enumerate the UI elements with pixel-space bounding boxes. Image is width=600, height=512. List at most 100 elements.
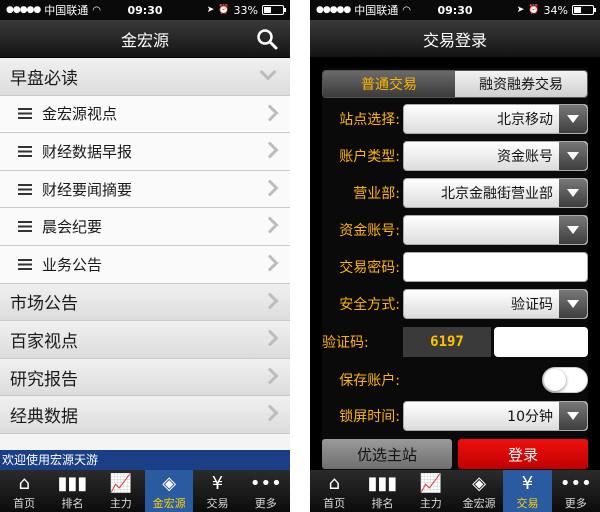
tab-normal-trade[interactable]: 普通交易 <box>323 71 455 97</box>
search-icon[interactable] <box>256 28 278 50</box>
tab-bar: ⌂ 首页 ▮▮▮ 排名 📈 主力 ◈ 金宏源 ¥ 交易 ••• 更多 <box>310 470 600 512</box>
section-classic-data[interactable]: 经典数据 <box>0 396 290 434</box>
tab-label: 交易 <box>206 497 229 510</box>
dropdown-arrow-icon[interactable] <box>559 105 587 133</box>
tab-ranking[interactable]: ▮▮▮ 排名 <box>358 470 406 512</box>
tab-more[interactable]: ••• 更多 <box>552 470 600 512</box>
carrier-label: 中国联通 <box>44 4 89 17</box>
tab-main-force[interactable]: 📈 主力 <box>97 470 145 512</box>
tab-more[interactable]: ••• 更多 <box>242 470 290 512</box>
preferred-server-button[interactable]: 优选主站 <box>322 439 452 469</box>
nav-bar: 金宏源 <box>0 20 290 58</box>
section-label: 经典数据 <box>10 407 78 428</box>
lock-time-row: 锁屏时间: 10分钟 <box>322 401 588 431</box>
account-type-select[interactable]: 资金账号 <box>403 141 588 171</box>
list-icon <box>18 145 32 157</box>
chevron-down-icon <box>259 63 277 81</box>
dropdown-arrow-icon[interactable] <box>559 142 587 170</box>
tab-jinhongyuan[interactable]: ◈ 金宏源 <box>144 470 194 512</box>
chevron-right-icon <box>261 104 279 122</box>
item-label: 财经数据早报 <box>42 142 133 161</box>
alarm-icon: ⏰ <box>528 5 540 15</box>
save-account-toggle[interactable] <box>542 367 588 393</box>
page-title: 金宏源 <box>120 30 169 50</box>
scrolling-banner: 欢迎使用宏源天游 <box>0 450 290 470</box>
list-icon <box>18 183 32 195</box>
status-bar: ●●●●● 中国联通 ◠ 09:30 ➤ ⏰ 34% <box>310 0 600 20</box>
section-label: 百家视点 <box>10 331 78 352</box>
dropdown-arrow-icon[interactable] <box>559 290 587 318</box>
tab-margin-trade[interactable]: 融资融券交易 <box>455 71 587 97</box>
section-market-notices[interactable]: 市场公告 <box>0 283 290 322</box>
login-button[interactable]: 登录 <box>458 439 588 469</box>
tab-trade[interactable]: ¥ 交易 <box>503 470 552 512</box>
tab-label: 更多 <box>254 497 277 510</box>
section-morning-reading[interactable]: 早盘必读 <box>0 58 290 96</box>
section-research-reports[interactable]: 研究报告 <box>0 358 290 397</box>
dropdown-arrow-icon[interactable] <box>559 216 587 244</box>
captcha-label: 验证码: <box>322 335 369 351</box>
tab-trade[interactable]: ¥ 交易 <box>193 470 241 512</box>
bar-chart-icon: ▮▮▮ <box>57 472 88 494</box>
list-item[interactable]: 金宏源视点 <box>0 95 290 134</box>
tab-bar: ⌂ 首页 ▮▮▮ 排名 📈 主力 ◈ 金宏源 ¥ 交易 ••• 更多 <box>0 470 290 512</box>
branch-select[interactable]: 北京金融街营业部 <box>403 178 588 208</box>
security-select[interactable]: 验证码 <box>403 289 588 319</box>
chevron-right-icon <box>261 179 279 197</box>
captcha-input[interactable] <box>494 327 588 357</box>
page-title: 交易登录 <box>422 30 487 50</box>
list-item[interactable]: 晨会纪要 <box>0 208 290 246</box>
tab-label: 排名 <box>371 497 394 510</box>
station-select[interactable]: 北京移动 <box>403 104 588 134</box>
chevron-right-icon <box>261 367 279 385</box>
yen-icon: ¥ <box>211 472 224 494</box>
trend-icon: 📈 <box>419 472 443 494</box>
status-bar: ●●●●● 中国联通 ◠ 09:30 ➤ ⏰ 33% <box>0 0 290 20</box>
account-row: 资金账号: <box>322 215 588 245</box>
dropdown-arrow-icon[interactable] <box>559 179 587 207</box>
wifi-icon: ◠ <box>92 4 101 16</box>
tab-main-force[interactable]: 📈 主力 <box>407 470 455 512</box>
section-expert-views[interactable]: 百家视点 <box>0 321 290 359</box>
tab-home[interactable]: ⌂ 首页 <box>0 470 48 512</box>
carrier-label: 中国联通 <box>354 4 399 17</box>
screen-divider <box>290 0 310 512</box>
tab-label: 首页 <box>13 497 36 510</box>
lock-time-select[interactable]: 10分钟 <box>403 401 588 431</box>
nav-bar: 交易登录 <box>310 20 600 58</box>
password-input[interactable] <box>403 252 588 282</box>
security-label: 安全方式: <box>339 297 400 313</box>
more-icon: ••• <box>249 472 282 494</box>
account-type-label: 账户类型: <box>339 149 400 165</box>
tab-home[interactable]: ⌂ 首页 <box>310 470 358 512</box>
trade-type-segmented-control: 普通交易 融资融券交易 <box>322 70 588 98</box>
home-icon: ⌂ <box>328 472 340 494</box>
security-row: 安全方式: 验证码 <box>322 289 588 319</box>
list-item[interactable]: 业务公告 <box>0 245 290 284</box>
tab-jinhongyuan[interactable]: ◈ 金宏源 <box>455 470 503 512</box>
tab-label: 更多 <box>564 497 587 510</box>
password-label: 交易密码: <box>339 260 400 276</box>
chevron-right-icon <box>261 141 279 159</box>
news-list: 早盘必读 金宏源视点 财经数据早报 财经要闻摘要 晨会纪要 业务公告 市场公告 … <box>0 58 290 512</box>
captcha-row: 验证码: 6197 <box>322 327 588 357</box>
station-label: 站点选择: <box>339 112 400 128</box>
list-icon <box>18 221 32 233</box>
section-label: 研究报告 <box>10 369 78 390</box>
list-icon <box>18 108 32 120</box>
item-label: 财经要闻摘要 <box>42 180 133 199</box>
list-item[interactable]: 财经数据早报 <box>0 133 290 171</box>
account-type-value: 资金账号 <box>497 149 553 165</box>
item-label: 业务公告 <box>42 255 103 274</box>
tab-label: 首页 <box>323 497 346 510</box>
tab-label: 主力 <box>109 497 132 510</box>
captcha-image[interactable]: 6197 <box>403 327 491 357</box>
account-input[interactable] <box>403 215 588 245</box>
station-value: 北京移动 <box>497 112 553 128</box>
password-row: 交易密码: <box>322 252 588 282</box>
lock-time-label: 锁屏时间: <box>339 409 400 425</box>
tab-ranking[interactable]: ▮▮▮ 排名 <box>48 470 96 512</box>
list-item[interactable]: 财经要闻摘要 <box>0 170 290 209</box>
dropdown-arrow-icon[interactable] <box>559 402 587 430</box>
home-icon: ⌂ <box>18 472 30 494</box>
